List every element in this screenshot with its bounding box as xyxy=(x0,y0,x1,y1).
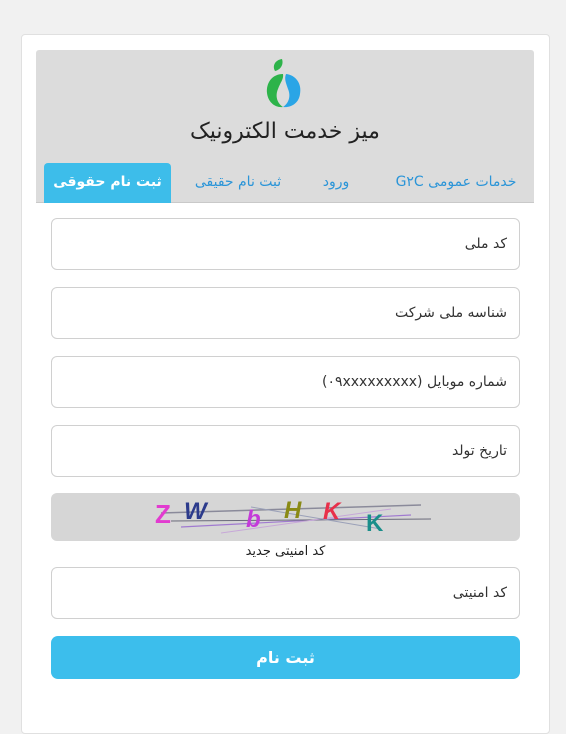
tab-public-services[interactable]: خدمات عمومی G۲C xyxy=(386,163,526,203)
company-id-field[interactable] xyxy=(51,287,520,339)
captcha-char: K xyxy=(323,498,342,525)
captcha-graphic: Z W b H K K xyxy=(155,497,432,537)
captcha-char: W xyxy=(184,498,209,525)
app-title: میز خدمت الکترونیک xyxy=(190,119,380,144)
birthdate-field[interactable] xyxy=(51,425,520,477)
captcha-char: H xyxy=(284,497,302,524)
captcha-char: b xyxy=(246,506,261,533)
captcha-refresh-link[interactable]: کد امنیتی جدید xyxy=(51,541,520,563)
tab-individual-register[interactable]: ثبت نام حقیقی xyxy=(179,163,297,203)
captcha-char: K xyxy=(366,510,384,537)
mobile-field[interactable] xyxy=(51,356,520,408)
captcha-image[interactable]: Z W b H K K xyxy=(51,493,520,541)
captcha-input[interactable] xyxy=(51,567,520,619)
national-code-field[interactable] xyxy=(51,218,520,270)
register-button[interactable]: ثبت نام xyxy=(51,636,520,679)
leaf-drop-logo-icon xyxy=(266,59,301,108)
captcha-char: Z xyxy=(155,499,171,529)
tab-bar: خدمات عمومی G۲C ورود ثبت نام حقیقی ثبت ن… xyxy=(36,163,534,203)
tab-legal-register[interactable]: ثبت نام حقوقی xyxy=(44,163,171,203)
tab-login[interactable]: ورود xyxy=(311,163,361,203)
